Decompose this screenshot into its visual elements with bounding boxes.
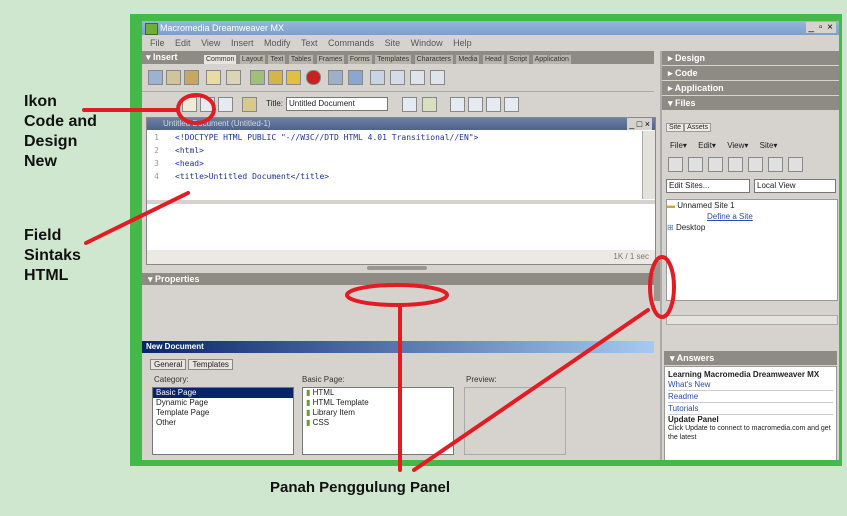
pointer-line-side-arrow (412, 308, 650, 472)
highlight-circle-side-arrow (648, 255, 676, 319)
highlight-circle-icon (176, 93, 216, 125)
pointer-line-syntax (84, 191, 190, 245)
highlight-circle-splitter (345, 283, 449, 307)
annotation-overlay (82, 93, 676, 472)
